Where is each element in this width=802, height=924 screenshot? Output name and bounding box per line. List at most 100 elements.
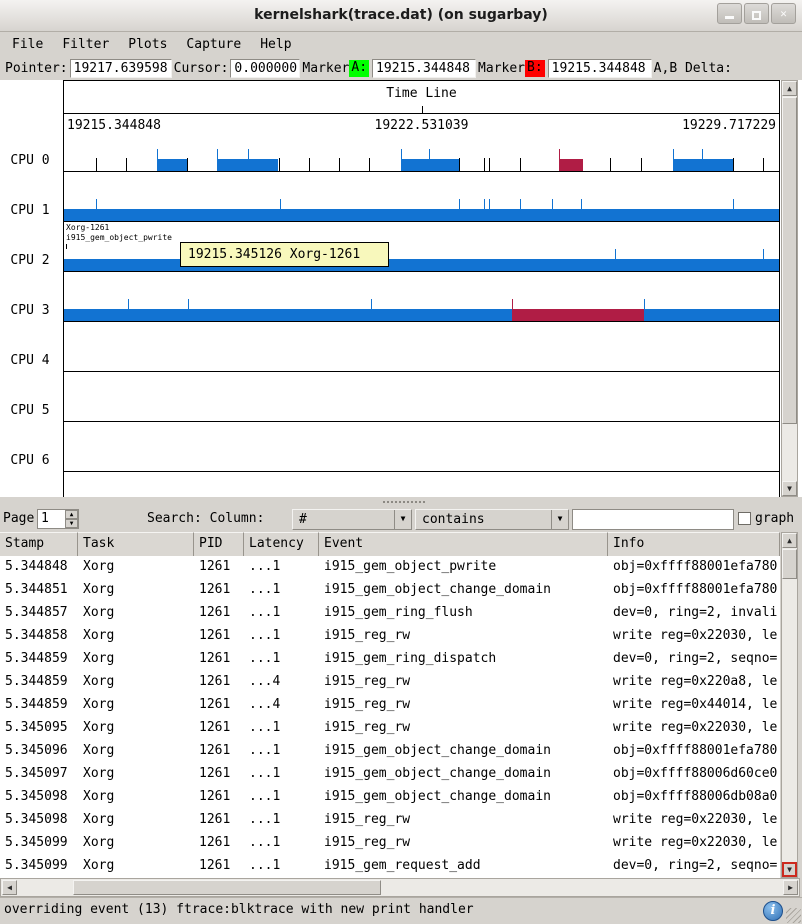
table-hscrollbar[interactable]: ◀ ▶ xyxy=(0,878,800,897)
column-header-pid[interactable]: PID xyxy=(194,532,244,556)
cpu-row-3[interactable] xyxy=(64,287,779,322)
event-tick[interactable] xyxy=(489,199,490,221)
event-tick[interactable] xyxy=(187,158,188,171)
cpu-row-0[interactable] xyxy=(64,137,779,172)
cpu-row-6[interactable] xyxy=(64,437,779,472)
event-tick[interactable] xyxy=(702,149,703,171)
resize-grip-icon[interactable] xyxy=(786,908,801,923)
table-hscroll-thumb[interactable] xyxy=(73,880,381,895)
minimize-button[interactable] xyxy=(717,3,742,24)
table-row[interactable]: 5.344859Xorg1261...1i915_gem_ring_dispat… xyxy=(0,648,780,671)
menu-item-file[interactable]: File xyxy=(12,37,43,52)
table-vscrollbar[interactable]: ▲ ▼ xyxy=(781,532,798,878)
event-segment[interactable] xyxy=(673,159,733,171)
table-scroll-up-button[interactable]: ▲ xyxy=(782,533,797,548)
event-segment[interactable] xyxy=(64,209,779,221)
table-row[interactable]: 5.344848Xorg1261...1i915_gem_object_pwri… xyxy=(0,556,780,579)
table-row[interactable]: 5.344857Xorg1261...1i915_gem_ring_flushd… xyxy=(0,602,780,625)
event-tick[interactable] xyxy=(429,149,430,171)
page-spinbox[interactable]: 1 ▲ ▼ xyxy=(37,509,79,529)
close-button[interactable]: ✕ xyxy=(771,3,796,24)
menu-item-capture[interactable]: Capture xyxy=(186,37,241,52)
graph-scroll-thumb[interactable] xyxy=(782,97,797,424)
graph-scroll-down-button[interactable]: ▼ xyxy=(782,481,797,496)
table-scroll-left-button[interactable]: ◀ xyxy=(2,880,17,895)
event-tick[interactable] xyxy=(552,199,553,221)
table-row[interactable]: 5.344859Xorg1261...4i915_reg_rwwrite reg… xyxy=(0,671,780,694)
column-header-event[interactable]: Event xyxy=(319,532,608,556)
maximize-button[interactable] xyxy=(744,3,769,24)
event-tick[interactable] xyxy=(512,299,513,321)
graph-scroll-up-button[interactable]: ▲ xyxy=(782,81,797,96)
event-segment[interactable] xyxy=(64,259,779,271)
event-tick[interactable] xyxy=(371,299,372,321)
timeline-plot[interactable]: Time Line 19215.344848 19222.531039 1922… xyxy=(63,80,780,497)
event-tick[interactable] xyxy=(644,299,645,321)
event-tick[interactable] xyxy=(733,158,734,171)
table-scroll-thumb[interactable] xyxy=(782,549,797,579)
event-tick[interactable] xyxy=(484,158,485,171)
event-tick[interactable] xyxy=(96,158,97,171)
table-row[interactable]: 5.345095Xorg1261...1i915_reg_rwwrite reg… xyxy=(0,717,780,740)
table-row[interactable]: 5.345098Xorg1261...1i915_reg_rwwrite reg… xyxy=(0,809,780,832)
graph-follows-checkbox[interactable] xyxy=(738,512,751,525)
menu-item-help[interactable]: Help xyxy=(260,37,291,52)
event-segment[interactable] xyxy=(157,159,187,171)
column-header-task[interactable]: Task xyxy=(78,532,194,556)
event-tick[interactable] xyxy=(401,149,402,171)
page-spin-up-icon[interactable]: ▲ xyxy=(65,510,78,519)
event-tick[interactable] xyxy=(128,299,129,321)
event-tick[interactable] xyxy=(217,149,218,171)
column-header-latency[interactable]: Latency xyxy=(244,532,319,556)
table-row[interactable]: 5.344859Xorg1261...4i915_reg_rwwrite reg… xyxy=(0,694,780,717)
event-tick[interactable] xyxy=(369,158,370,171)
event-tick[interactable] xyxy=(96,199,97,221)
cpu-row-5[interactable] xyxy=(64,387,779,422)
table-row[interactable]: 5.344851Xorg1261...1i915_gem_object_chan… xyxy=(0,579,780,602)
event-tick[interactable] xyxy=(763,158,764,171)
event-tick[interactable] xyxy=(520,199,521,221)
table-row[interactable]: 5.344858Xorg1261...1i915_reg_rwwrite reg… xyxy=(0,625,780,648)
event-segment[interactable] xyxy=(64,309,512,321)
event-tick[interactable] xyxy=(339,158,340,171)
menu-item-filter[interactable]: Filter xyxy=(62,37,109,52)
event-tick[interactable] xyxy=(248,149,249,171)
cpu-row-4[interactable] xyxy=(64,337,779,372)
event-tick[interactable] xyxy=(581,199,582,221)
info-icon[interactable]: i xyxy=(763,901,783,921)
event-tick[interactable] xyxy=(280,199,281,221)
page-spin-down-icon[interactable]: ▼ xyxy=(65,519,78,528)
event-tick[interactable] xyxy=(641,158,642,171)
table-scroll-down-button[interactable]: ▼ xyxy=(782,862,797,877)
table-scroll-right-button[interactable]: ▶ xyxy=(783,880,798,895)
event-tick[interactable] xyxy=(188,299,189,321)
event-tick[interactable] xyxy=(763,249,764,271)
event-tick[interactable] xyxy=(126,158,127,171)
event-segment[interactable] xyxy=(512,309,644,321)
event-tick[interactable] xyxy=(520,158,521,171)
event-tick[interactable] xyxy=(615,249,616,271)
event-tick[interactable] xyxy=(279,158,280,171)
column-header-info[interactable]: Info xyxy=(608,532,780,556)
table-row[interactable]: 5.345098Xorg1261...1i915_gem_object_chan… xyxy=(0,786,780,809)
event-tick[interactable] xyxy=(733,199,734,221)
event-tick[interactable] xyxy=(309,158,310,171)
event-tick[interactable] xyxy=(459,199,460,221)
event-tick[interactable] xyxy=(157,149,158,171)
event-tick[interactable] xyxy=(610,158,611,171)
table-row[interactable]: 5.345099Xorg1261...1i915_reg_rwwrite reg… xyxy=(0,832,780,855)
graph-vscrollbar[interactable]: ▲ ▼ xyxy=(781,80,798,497)
event-segment[interactable] xyxy=(559,159,583,171)
event-tick[interactable] xyxy=(459,158,460,171)
table-row[interactable]: 5.345097Xorg1261...1i915_gem_object_chan… xyxy=(0,763,780,786)
column-header-stamp[interactable]: Stamp xyxy=(0,532,78,556)
event-tick[interactable] xyxy=(559,149,560,171)
event-tick[interactable] xyxy=(673,149,674,171)
pane-splitter[interactable] xyxy=(0,497,802,507)
cpu-row-1[interactable] xyxy=(64,187,779,222)
event-tick[interactable] xyxy=(484,199,485,221)
menu-item-plots[interactable]: Plots xyxy=(128,37,167,52)
table-row[interactable]: 5.345099Xorg1261...1i915_gem_request_add… xyxy=(0,855,780,878)
operator-select[interactable]: contains ▼ xyxy=(415,509,569,530)
event-segment[interactable] xyxy=(644,309,779,321)
